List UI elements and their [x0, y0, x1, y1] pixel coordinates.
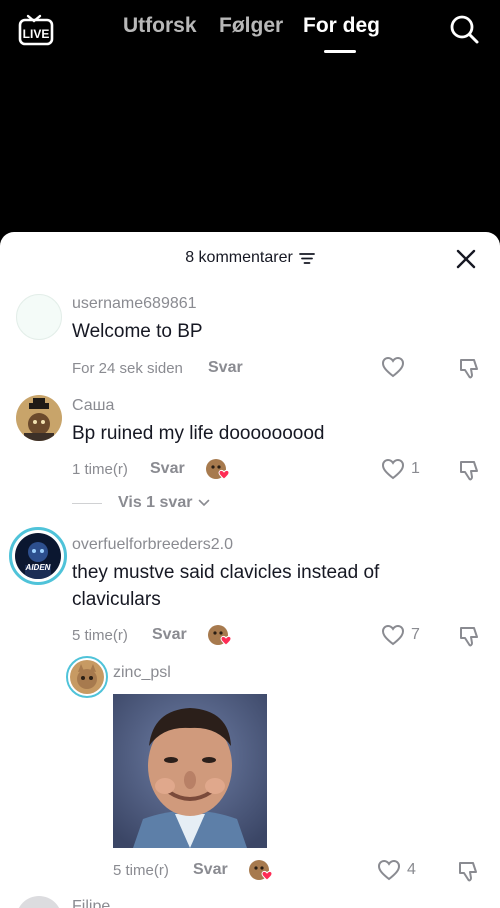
heart-icon: [381, 624, 405, 646]
creator-liked-badge: [248, 859, 274, 883]
comment-username[interactable]: Саша: [72, 397, 114, 415]
tab-for-you[interactable]: For deg: [303, 14, 380, 38]
dislike-icon[interactable]: [456, 458, 482, 484]
dislike-icon[interactable]: [456, 624, 482, 650]
reply-button[interactable]: Svar: [152, 626, 187, 644]
comment-text: Welcome to BP: [72, 321, 203, 342]
tab-following[interactable]: Følger: [219, 14, 283, 38]
like-count: 1: [411, 460, 420, 477]
comment-text: Bp ruined my life dooooooood: [72, 423, 325, 444]
active-tab-indicator: [324, 50, 356, 53]
divider: [72, 502, 102, 504]
comment-time: 5 time(r): [113, 862, 169, 879]
top-nav: LIVE Utforsk Følger For deg: [0, 0, 500, 60]
reply-image[interactable]: [113, 694, 267, 848]
search-icon[interactable]: [448, 13, 480, 45]
creator-liked-badge: [205, 458, 231, 482]
avatar[interactable]: [66, 656, 108, 698]
close-icon[interactable]: [454, 247, 478, 271]
comments-header: 8 kommentarer: [0, 232, 500, 284]
reply-button[interactable]: Svar: [208, 359, 243, 377]
view-replies-button[interactable]: Vis 1 svar: [72, 494, 210, 512]
avatar[interactable]: [16, 896, 62, 908]
creator-liked-badge: [207, 624, 233, 648]
avatar[interactable]: [16, 294, 62, 340]
comments-sheet: 8 kommentarer username689861 Welcome to …: [0, 232, 500, 908]
sort-comments-button[interactable]: 8 kommentarer: [185, 249, 315, 267]
comment-username[interactable]: username689861: [72, 295, 197, 313]
tab-explore[interactable]: Utforsk: [123, 14, 197, 38]
comment-count: 8 kommentarer: [185, 249, 293, 266]
comment-text: they mustve said clavicles instead of cl…: [72, 562, 380, 610]
comment-time: 5 time(r): [72, 627, 128, 644]
feed-tabs: Utforsk Følger For deg: [0, 14, 500, 54]
comment-time: 1 time(r): [72, 461, 128, 478]
like-button[interactable]: [381, 356, 405, 378]
comment-username[interactable]: zinc_psl: [113, 664, 171, 682]
reply-button[interactable]: Svar: [193, 861, 228, 879]
like-count: 7: [411, 626, 420, 643]
like-button[interactable]: 4: [377, 859, 416, 881]
comment-time: For 24 sek siden: [72, 360, 183, 377]
dislike-icon[interactable]: [456, 356, 482, 382]
like-count: 4: [407, 861, 416, 878]
comment-username[interactable]: overfuelforbreeders2.0: [72, 536, 233, 554]
avatar[interactable]: [16, 395, 62, 441]
filter-icon: [298, 251, 315, 265]
like-button[interactable]: 1: [381, 458, 420, 480]
dislike-icon[interactable]: [455, 859, 481, 885]
heart-icon: [381, 356, 405, 378]
heart-icon: [377, 859, 401, 881]
avatar[interactable]: AIDEN: [9, 527, 67, 585]
comment-username[interactable]: Filipe: [72, 898, 110, 908]
view-replies-label: Vis 1 svar: [118, 494, 193, 511]
chevron-down-icon: [199, 499, 210, 507]
reply-button[interactable]: Svar: [150, 460, 185, 478]
heart-icon: [381, 458, 405, 480]
avatar-text: AIDEN: [25, 563, 51, 572]
like-button[interactable]: 7: [381, 624, 420, 646]
